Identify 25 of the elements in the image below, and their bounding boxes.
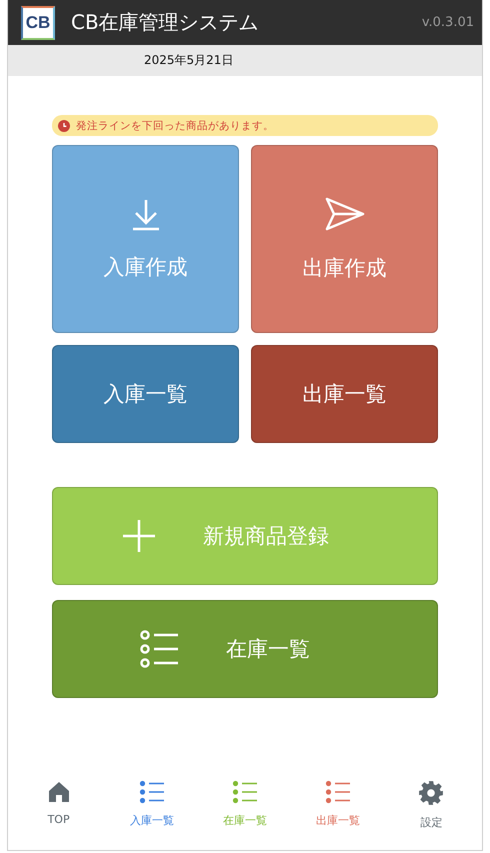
gear-icon bbox=[418, 780, 444, 806]
outbound-list-button[interactable]: 出庫一覧 bbox=[251, 345, 438, 443]
version-label: v.0.3.01 bbox=[422, 15, 474, 30]
inbound-list-button[interactable]: 入庫一覧 bbox=[52, 345, 239, 443]
home-icon bbox=[46, 780, 71, 804]
list-icon bbox=[232, 780, 258, 804]
nav-item[interactable]: 設定 bbox=[396, 780, 466, 830]
nav-item[interactable]: TOP bbox=[24, 780, 94, 830]
app-logo: CB bbox=[21, 6, 55, 40]
list-icon bbox=[140, 629, 180, 669]
app-title: CB在庫管理システム bbox=[71, 9, 260, 36]
create-outbound-button[interactable]: 出庫作成 bbox=[251, 145, 438, 333]
send-icon bbox=[324, 196, 366, 232]
nav-item[interactable]: 在庫一覧 bbox=[210, 780, 280, 830]
list-icon bbox=[138, 780, 165, 804]
plus-icon bbox=[121, 518, 157, 554]
alert-text: 発注ラインを下回った商品があります。 bbox=[76, 118, 274, 132]
list-icon bbox=[325, 780, 352, 804]
nav-item[interactable]: 入庫一覧 bbox=[116, 780, 187, 830]
stock-list-button[interactable]: 在庫一覧 bbox=[52, 600, 438, 698]
nav-item[interactable]: 出庫一覧 bbox=[303, 780, 374, 830]
date-label: 2025年5月21日 bbox=[144, 52, 234, 69]
register-product-button[interactable]: 新規商品登録 bbox=[52, 487, 438, 585]
clock-icon bbox=[58, 120, 70, 132]
create-inbound-button[interactable]: 入庫作成 bbox=[52, 145, 239, 333]
